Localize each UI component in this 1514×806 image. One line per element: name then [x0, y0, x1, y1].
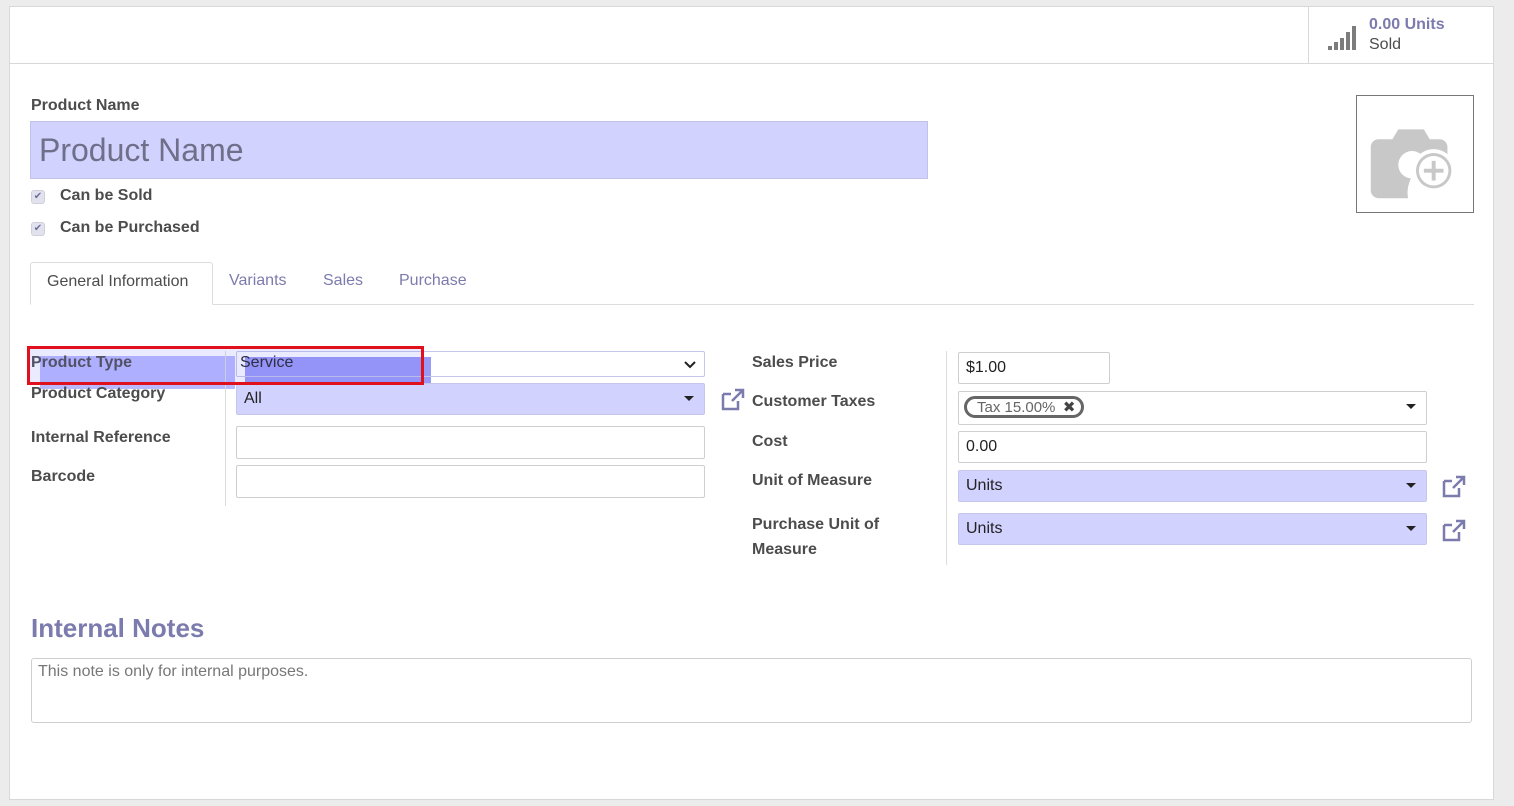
external-link-icon[interactable]	[1441, 475, 1467, 499]
customer-taxes-select[interactable]: Tax 15.00% ✖	[958, 391, 1427, 425]
unit-of-measure-select[interactable]: Units	[958, 470, 1427, 502]
internal-reference-label: Internal Reference	[31, 429, 171, 446]
sales-price-label: Sales Price	[752, 354, 838, 371]
stat-label: Sold	[1369, 36, 1402, 53]
notebook-tabs: General Information Variants Sales Purch…	[30, 262, 1474, 305]
remove-tag-icon[interactable]: ✖	[1063, 400, 1076, 415]
stat-value: 0.00 Units	[1369, 16, 1445, 33]
camera-add-icon	[1370, 129, 1456, 199]
external-link-icon[interactable]	[1441, 519, 1467, 543]
left-group-divider	[225, 351, 226, 506]
cost-input[interactable]: 0.00	[958, 431, 1427, 463]
right-group-divider	[946, 351, 947, 565]
form-sheet: 0.00 Units Sold Product Name ✔ Can be So…	[9, 6, 1494, 800]
units-sold-stat-button[interactable]: 0.00 Units Sold	[1308, 7, 1493, 63]
barcode-label: Barcode	[31, 468, 96, 485]
unit-of-measure-value: Units	[966, 477, 1003, 494]
tax-tag: Tax 15.00% ✖	[964, 396, 1085, 418]
product-name-input[interactable]	[30, 121, 928, 179]
can-be-sold-label: Can be Sold	[60, 187, 153, 204]
caret-down-icon	[684, 396, 694, 401]
tab-variants[interactable]: Variants	[213, 262, 303, 305]
customer-taxes-label: Customer Taxes	[752, 393, 876, 410]
product-type-label: Product Type	[31, 354, 133, 371]
tab-sales[interactable]: Sales	[307, 262, 379, 305]
internal-notes-title: Internal Notes	[31, 613, 205, 643]
signal-bars-icon	[1328, 26, 1356, 50]
product-type-value: Service	[240, 354, 294, 371]
tab-purchase[interactable]: Purchase	[383, 262, 483, 305]
caret-down-icon	[1406, 404, 1416, 409]
internal-notes-textarea[interactable]	[31, 658, 1472, 723]
tab-general-information[interactable]: General Information	[30, 262, 213, 305]
caret-down-icon	[1406, 483, 1416, 488]
can-be-purchased-checkbox[interactable]: ✔	[31, 222, 45, 236]
purchase-uom-value: Units	[966, 520, 1003, 537]
tax-tag-label: Tax 15.00%	[977, 399, 1056, 416]
sales-price-input[interactable]: $1.00	[958, 352, 1110, 384]
product-category-label: Product Category	[31, 385, 166, 402]
product-image-upload[interactable]	[1356, 95, 1474, 213]
product-name-label: Product Name	[31, 97, 140, 114]
cost-label: Cost	[752, 433, 788, 450]
internal-reference-input[interactable]	[236, 426, 705, 459]
can-be-sold-checkbox[interactable]: ✔	[31, 190, 45, 204]
product-category-value: All	[244, 390, 262, 407]
product-category-select[interactable]: All	[236, 383, 705, 415]
product-type-select[interactable]: Service	[236, 351, 705, 377]
external-link-icon[interactable]	[720, 388, 746, 412]
barcode-input[interactable]	[236, 465, 705, 498]
unit-of-measure-label: Unit of Measure	[752, 472, 873, 489]
can-be-purchased-label: Can be Purchased	[60, 219, 200, 236]
button-box: 0.00 Units Sold	[10, 7, 1493, 64]
chevron-down-icon	[684, 361, 696, 369]
purchase-uom-label-line2: Measure	[752, 541, 817, 558]
purchase-uom-label-line1: Purchase Unit of	[752, 516, 880, 533]
purchase-uom-select[interactable]: Units	[958, 513, 1427, 545]
caret-down-icon	[1406, 526, 1416, 531]
